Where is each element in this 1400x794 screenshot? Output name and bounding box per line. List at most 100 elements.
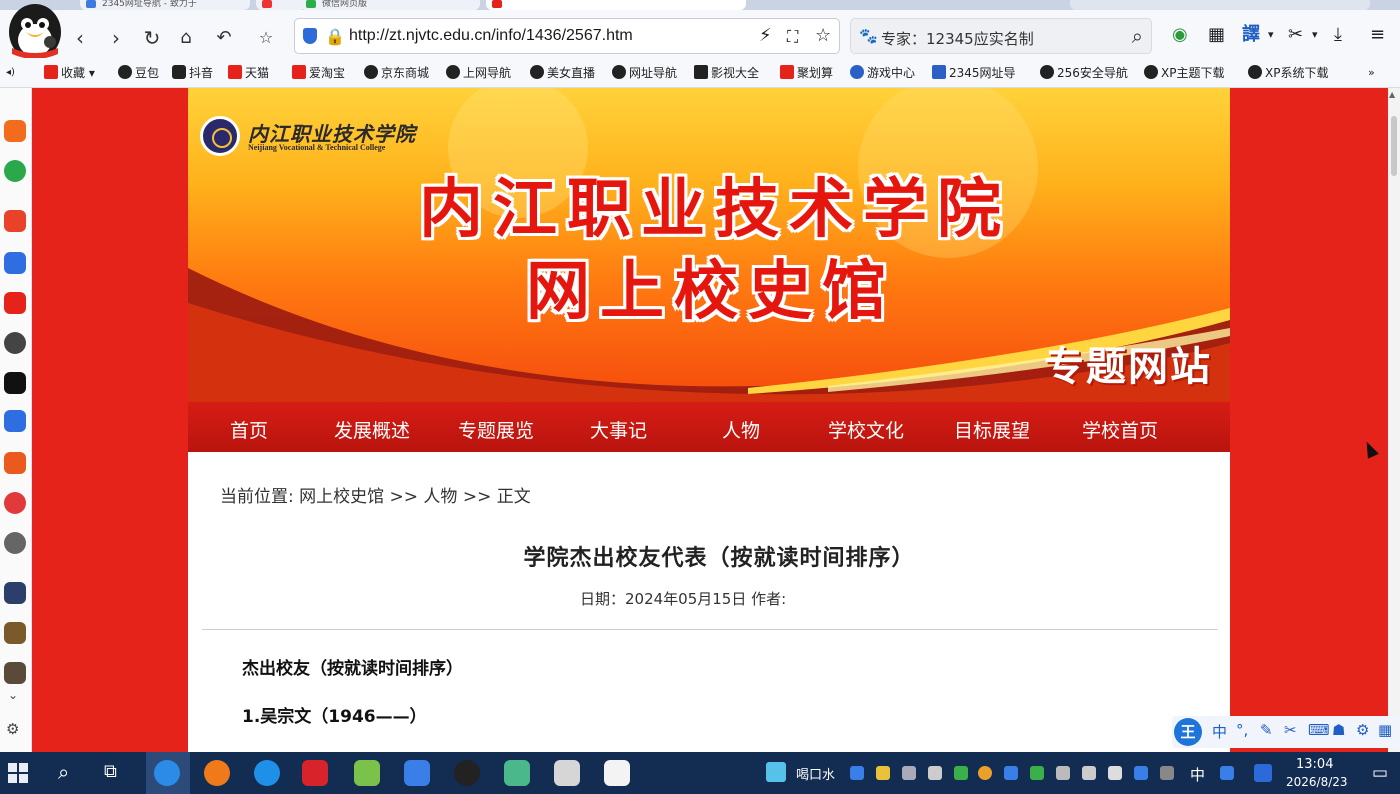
eye-protect-icon[interactable]: ◉ — [1172, 24, 1188, 46]
ime-punct-icon[interactable]: °, — [1236, 721, 1248, 739]
tab-2[interactable] — [256, 0, 306, 10]
scroll-up-arrow-icon[interactable]: ▲ — [1389, 90, 1395, 99]
bookmark-star-icon[interactable]: ☆ — [815, 25, 831, 46]
nav-people[interactable]: 人物 — [722, 416, 760, 443]
tray-search-icon[interactable] — [978, 766, 992, 780]
bookmark-item[interactable]: 爱淘宝 — [292, 63, 345, 83]
browser-e-icon[interactable] — [154, 760, 180, 786]
tab-2345[interactable]: 2345网址导航 - 致力于 — [80, 0, 250, 10]
bookmark-item[interactable]: 美女直播 — [530, 63, 595, 83]
sidebar-app-icon[interactable] — [4, 210, 26, 232]
page-info-icon[interactable]: 🔒 — [325, 27, 345, 46]
ime-settings-icon[interactable]: ⚙ — [1356, 721, 1369, 739]
wps-icon[interactable] — [302, 760, 328, 786]
app-color-icon[interactable] — [604, 760, 630, 786]
tray-ai-icon[interactable] — [1254, 764, 1272, 782]
sidebar-avatar-icon[interactable] — [4, 332, 26, 354]
sidebar-tiktok-icon[interactable] — [4, 372, 26, 394]
sidebar-game-icon[interactable] — [4, 662, 26, 684]
breadcrumb[interactable]: 当前位置: 网上校史馆 >> 人物 >> 正文 — [220, 482, 531, 507]
scrollbar-thumb[interactable] — [1391, 116, 1397, 176]
nav-exhibitions[interactable]: 专题展览 — [458, 416, 534, 443]
ai-app-icon[interactable] — [404, 760, 430, 786]
bookmark-item[interactable]: 豆包 — [118, 63, 159, 83]
tray-bike-icon[interactable] — [1160, 766, 1174, 780]
nav-chronicle[interactable]: 大事记 — [590, 416, 647, 443]
nav-home[interactable]: 首页 — [230, 416, 268, 443]
sidebar-game-icon[interactable] — [4, 622, 26, 644]
forward-button[interactable]: › — [104, 26, 128, 50]
file-icon[interactable] — [554, 760, 580, 786]
menu-icon[interactable]: ≡ — [1370, 24, 1385, 46]
bookmark-item[interactable]: 天猫 — [228, 63, 269, 83]
download-icon[interactable]: ⤓ — [1334, 24, 1342, 46]
address-text[interactable]: http://zt.njvtc.edu.cn/info/1436/2567.ht… — [349, 27, 633, 45]
ime-mode[interactable]: 中 — [1212, 721, 1227, 742]
nav-culture[interactable]: 学校文化 — [828, 416, 904, 443]
favorites-button[interactable]: ☆ — [254, 26, 278, 50]
ime-grid-icon[interactable]: ▦ — [1378, 721, 1392, 739]
chevron-down-icon[interactable]: ▾ — [1312, 24, 1318, 46]
undo-close-button[interactable]: ↶ — [212, 26, 236, 50]
app-orange-icon[interactable] — [204, 760, 230, 786]
translate-icon[interactable]: 譯 — [1242, 24, 1260, 46]
bookmark-item[interactable]: 聚划算 — [780, 63, 833, 83]
browser-penguin-logo-icon[interactable] — [4, 2, 66, 64]
bookmark-item[interactable]: 抖音 — [172, 63, 213, 83]
nav-school-home[interactable]: 学校首页 — [1082, 416, 1158, 443]
bookmark-item[interactable]: 收藏 ▾ — [44, 63, 95, 83]
bookmark-item[interactable]: 256安全导航 — [1040, 63, 1128, 83]
clock-date[interactable]: 2026/8/23 — [1286, 775, 1348, 789]
sidebar-ball-icon[interactable] — [4, 532, 26, 554]
app-camera-icon[interactable] — [454, 760, 480, 786]
chevron-down-icon[interactable]: ▾ — [1268, 24, 1274, 46]
volume-muted-icon[interactable] — [928, 766, 942, 780]
tray-app-icon[interactable] — [876, 766, 890, 780]
bluetooth-icon[interactable] — [1004, 766, 1018, 780]
search-icon[interactable]: ⌕ — [1132, 24, 1143, 48]
screenshot-icon[interactable]: ⛶ — [787, 27, 798, 47]
tray-ime-mode[interactable]: 中 — [1190, 764, 1205, 785]
sidebar-game-icon[interactable] — [4, 582, 26, 604]
more-bookmarks-icon[interactable]: » — [1368, 63, 1375, 83]
college-logo[interactable]: 内江职业技术学院 Neijiang Vocational & Technical… — [200, 116, 440, 160]
taskbar-search-icon[interactable]: ⌕ — [58, 760, 69, 784]
bookmark-item[interactable]: 京东商城 — [364, 63, 429, 83]
sidebar-clock-icon[interactable] — [4, 160, 26, 182]
page-scrollbar[interactable]: ▲ — [1388, 88, 1400, 752]
home-button[interactable]: ⌂ — [174, 26, 198, 50]
ime-pen-icon[interactable]: ✎ — [1260, 721, 1273, 739]
tab-other[interactable] — [1070, 0, 1370, 10]
tab-active[interactable] — [486, 0, 746, 10]
task-view-icon[interactable]: ⧉ — [104, 761, 117, 782]
ime-logo-icon[interactable]: 王 — [1174, 718, 1202, 746]
tray-app-icon[interactable] — [1134, 766, 1148, 780]
tray-shield-icon[interactable] — [902, 766, 916, 780]
sound-icon[interactable]: ◂) — [6, 63, 15, 83]
tray-app-icon[interactable] — [1108, 766, 1122, 780]
bookmark-item[interactable]: 2345网址导 — [932, 63, 1016, 83]
ime-skin-icon[interactable]: ☗ — [1332, 721, 1345, 739]
lightning-icon[interactable]: ⚡ — [759, 25, 772, 46]
bookmark-item[interactable]: XP系统下载 — [1248, 63, 1328, 83]
tray-app-icon[interactable] — [850, 766, 864, 780]
bookmark-item[interactable]: 游戏中心 — [850, 63, 915, 83]
bookmark-item[interactable]: 影视大全 — [694, 63, 759, 83]
nav-outlook[interactable]: 目标展望 — [954, 416, 1030, 443]
notification-icon[interactable]: ▭ — [1372, 763, 1388, 783]
search-suggestion-text[interactable]: 专家：12345应实名制 — [881, 28, 1034, 49]
apps-grid-icon[interactable]: ▦ — [1208, 24, 1225, 46]
tray-app-icon[interactable] — [1082, 766, 1096, 780]
bookmark-item[interactable]: XP主题下载 — [1144, 63, 1224, 83]
scissors-icon[interactable]: ✂ — [1288, 24, 1303, 46]
app-grid-icon[interactable] — [354, 760, 380, 786]
drink-water-icon[interactable] — [766, 762, 786, 782]
chevron-down-icon[interactable]: ⌄ — [8, 688, 18, 702]
bookmark-item[interactable]: 网址导航 — [612, 63, 677, 83]
nav-overview[interactable]: 发展概述 — [334, 416, 410, 443]
clock-time[interactable]: 13:04 — [1296, 757, 1333, 772]
tray-app-icon[interactable] — [1030, 766, 1044, 780]
tray-app-icon[interactable] — [954, 766, 968, 780]
app-store-icon[interactable] — [504, 760, 530, 786]
address-bar[interactable]: 🔒 http://zt.njvtc.edu.cn/info/1436/2567.… — [294, 18, 840, 54]
